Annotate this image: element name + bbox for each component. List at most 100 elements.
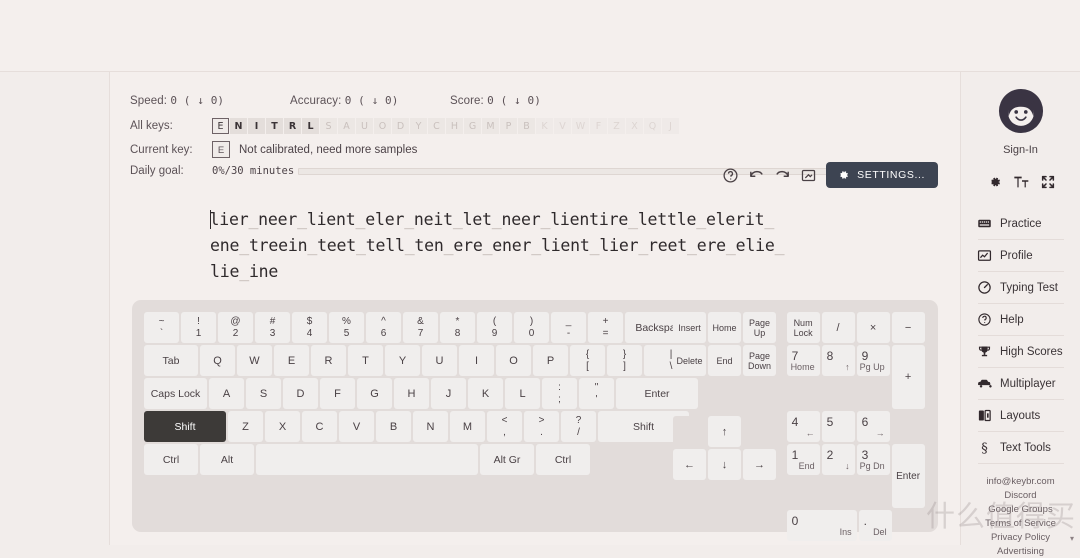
key-numpad-2[interactable]: 2 ↓ xyxy=(821,444,855,475)
key-c[interactable]: C xyxy=(302,411,337,442)
sidebar-item-typing-test[interactable]: Typing Test xyxy=(961,272,1080,303)
key-numpad-.[interactable]: . Del xyxy=(858,510,892,541)
key-u[interactable]: U xyxy=(422,345,457,376)
sidebar-item-profile[interactable]: Profile xyxy=(961,240,1080,271)
footer-link[interactable]: Discord xyxy=(985,488,1056,502)
key-enter[interactable]: Enter xyxy=(616,378,698,409)
question-circle-icon[interactable] xyxy=(722,167,739,184)
key-e[interactable]: E xyxy=(274,345,309,376)
font-size-icon[interactable] xyxy=(1013,174,1029,190)
key-home[interactable]: Home xyxy=(708,312,741,343)
key-ctrl[interactable]: Ctrl xyxy=(144,444,198,475)
typing-text[interactable]: lier_neer_lient_eler_neit_let_neer_lient… xyxy=(110,207,960,285)
key-7[interactable]: & 7 xyxy=(403,312,438,343)
sidebar-item-high-scores[interactable]: High Scores xyxy=(961,336,1080,367)
key-insert[interactable]: Insert xyxy=(673,312,706,343)
gear-icon[interactable] xyxy=(986,174,1002,190)
key-5[interactable]: % 5 xyxy=(329,312,364,343)
key-delete[interactable]: Delete xyxy=(673,345,706,376)
key-num-lock[interactable]: Num Lock xyxy=(786,312,820,343)
key-x[interactable]: X xyxy=(265,411,300,442)
key-0[interactable]: ) 0 xyxy=(514,312,549,343)
key-'[interactable]: " ' xyxy=(579,378,614,409)
key-a[interactable]: A xyxy=(209,378,244,409)
key-j[interactable]: J xyxy=(431,378,466,409)
key-page-down[interactable]: Page Down xyxy=(743,345,776,376)
key-alt[interactable]: Alt xyxy=(200,444,254,475)
key-f[interactable]: F xyxy=(320,378,355,409)
sidebar-item-layouts[interactable]: Layouts xyxy=(961,400,1080,431)
key-.[interactable]: >. xyxy=(524,411,559,442)
key-numpad-9[interactable]: 9 Pg Up xyxy=(856,345,890,376)
sidebar-item-practice[interactable]: Practice xyxy=(961,208,1080,239)
key-t[interactable]: T xyxy=(348,345,383,376)
key-tab[interactable]: Tab xyxy=(144,345,198,376)
key-r[interactable]: R xyxy=(311,345,346,376)
signin-block[interactable]: Sign-In xyxy=(961,72,1080,156)
key-numpad-4[interactable]: 4 ← xyxy=(786,411,820,442)
key-arrow-up[interactable]: ↑ xyxy=(708,416,741,447)
footer-link[interactable]: Privacy Policy xyxy=(985,530,1056,544)
key-arrow-right[interactable]: → xyxy=(743,449,776,480)
key-b[interactable]: B xyxy=(376,411,411,442)
key-numpad-plus[interactable]: + xyxy=(891,345,925,409)
key-1[interactable]: ! 1 xyxy=(181,312,216,343)
fullscreen-icon[interactable] xyxy=(1040,174,1056,190)
key-arrow-down[interactable]: ↓ xyxy=(708,449,741,480)
footer-link[interactable]: Google Groups xyxy=(985,502,1056,516)
sidebar-item-text-tools[interactable]: § Text Tools xyxy=(961,432,1080,463)
key-9[interactable]: (9 xyxy=(477,312,512,343)
key-;[interactable]: :; xyxy=(542,378,577,409)
key-n[interactable]: N xyxy=(413,411,448,442)
key-numpad-×[interactable]: × xyxy=(856,312,890,343)
key-p[interactable]: P xyxy=(533,345,568,376)
key-shift[interactable]: Shift xyxy=(144,411,226,442)
key-3[interactable]: #3 xyxy=(255,312,290,343)
key-[[interactable]: {[ xyxy=(570,345,605,376)
key-m[interactable]: M xyxy=(450,411,485,442)
key-2[interactable]: @2 xyxy=(218,312,253,343)
key-numpad-6[interactable]: 6 → xyxy=(856,411,890,442)
key-/[interactable]: ? / xyxy=(561,411,596,442)
key-numpad-enter[interactable]: Enter xyxy=(891,444,925,508)
key-numpad-3[interactable]: 3 Pg Dn xyxy=(856,444,890,475)
key-alt-gr[interactable]: Alt Gr xyxy=(480,444,534,475)
key-numpad-5[interactable]: 5 xyxy=(821,411,855,442)
key-l[interactable]: L xyxy=(505,378,540,409)
redo-icon[interactable] xyxy=(774,167,791,184)
key-`[interactable]: ~ ` xyxy=(144,312,179,343)
key-arrow-left[interactable]: ← xyxy=(673,449,706,480)
key-g[interactable]: G xyxy=(357,378,392,409)
key-i[interactable]: I xyxy=(459,345,494,376)
key-q[interactable]: Q xyxy=(200,345,235,376)
key-,[interactable]: <, xyxy=(487,411,522,442)
key-y[interactable]: Y xyxy=(385,345,420,376)
key-][interactable]: }] xyxy=(607,345,642,376)
key-numpad-/[interactable]: / xyxy=(821,312,855,343)
key-=[interactable]: + = xyxy=(588,312,623,343)
key-o[interactable]: O xyxy=(496,345,531,376)
key-ctrl[interactable]: Ctrl xyxy=(536,444,590,475)
key-numpad-−[interactable]: − xyxy=(891,312,925,343)
key-d[interactable]: D xyxy=(283,378,318,409)
resize-icon[interactable] xyxy=(800,167,817,184)
undo-icon[interactable] xyxy=(748,167,765,184)
key-h[interactable]: H xyxy=(394,378,429,409)
sidebar-item-help[interactable]: Help xyxy=(961,304,1080,335)
key-4[interactable]: $4 xyxy=(292,312,327,343)
footer-link[interactable]: Advertising xyxy=(985,544,1056,558)
key-s[interactable]: S xyxy=(246,378,281,409)
key-numpad-7[interactable]: 7 Home xyxy=(786,345,820,376)
key-end[interactable]: End xyxy=(708,345,741,376)
key-8[interactable]: * 8 xyxy=(440,312,475,343)
key-space[interactable] xyxy=(256,444,478,475)
key-page-up[interactable]: Page Up xyxy=(743,312,776,343)
key-k[interactable]: K xyxy=(468,378,503,409)
key-caps-lock[interactable]: Caps Lock xyxy=(144,378,207,409)
footer-link[interactable]: info@keybr.com xyxy=(985,474,1056,488)
key-v[interactable]: V xyxy=(339,411,374,442)
scroll-indicator[interactable]: ▾ xyxy=(1070,534,1074,543)
key-numpad-8[interactable]: 8 ↑ xyxy=(821,345,855,376)
key-6[interactable]: ^ 6 xyxy=(366,312,401,343)
key-w[interactable]: W xyxy=(237,345,272,376)
